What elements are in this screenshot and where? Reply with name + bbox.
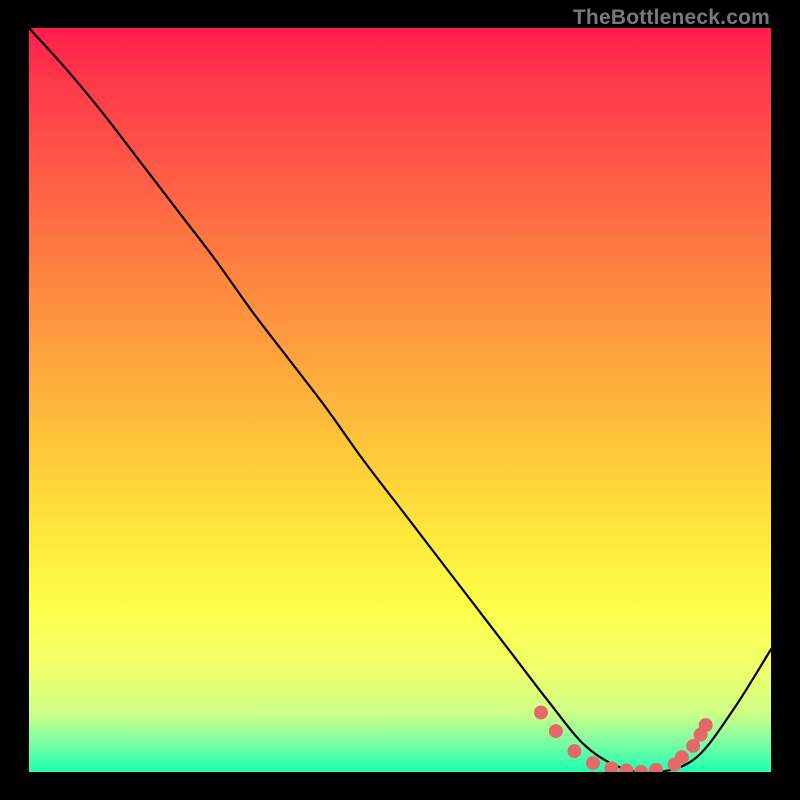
bottleneck-curve: [29, 28, 771, 772]
chart-svg: [29, 28, 771, 772]
highlight-dots: [534, 705, 713, 772]
highlight-dot: [699, 718, 713, 732]
plot-area: [29, 28, 771, 772]
highlight-dot: [675, 750, 689, 764]
highlight-dot: [534, 705, 548, 719]
highlight-dot: [649, 763, 663, 772]
highlight-dot: [586, 756, 600, 770]
highlight-dot: [634, 765, 648, 772]
curve-path-group: [29, 28, 771, 772]
highlight-dot: [604, 761, 618, 772]
watermark-text: TheBottleneck.com: [573, 6, 770, 30]
highlight-dot: [619, 764, 633, 772]
chart-frame: TheBottleneck.com: [0, 0, 800, 800]
highlight-dot: [549, 724, 563, 738]
highlight-dot: [567, 744, 581, 758]
